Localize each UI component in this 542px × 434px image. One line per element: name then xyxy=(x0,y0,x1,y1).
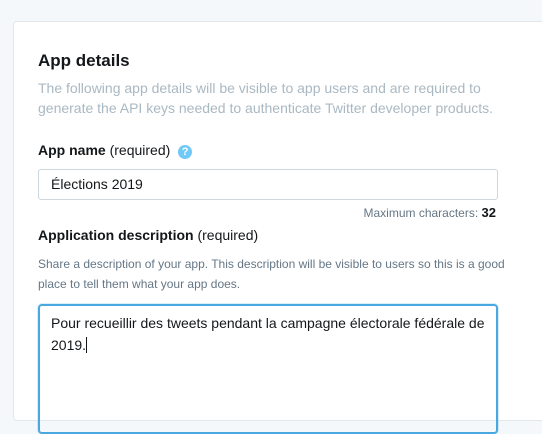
app-name-label: App name (required) ? xyxy=(38,142,193,159)
app-name-required-text: (required) xyxy=(109,142,171,158)
section-title: App details xyxy=(38,51,130,70)
max-characters-counter: Maximum characters: 32 xyxy=(363,205,496,220)
app-description-value: Pour recueillir des tweets pendant la ca… xyxy=(51,315,485,353)
app-description-required-text: (required) xyxy=(197,227,259,243)
app-description-textarea[interactable]: Pour recueillir des tweets pendant la ca… xyxy=(38,304,498,434)
app-description-label-text: Application description xyxy=(38,227,194,243)
max-characters-label: Maximum characters: xyxy=(363,206,479,220)
max-characters-value: 32 xyxy=(481,205,496,220)
section-description: The following app details will be visibl… xyxy=(38,80,494,116)
text-caret xyxy=(86,337,88,353)
app-details-card: App details The following app details wi… xyxy=(13,21,542,434)
app-name-label-text: App name xyxy=(38,142,106,158)
app-description-label: Application description (required) xyxy=(38,227,258,243)
question-mark-icon[interactable]: ? xyxy=(178,145,193,159)
app-name-input[interactable]: Élections 2019 xyxy=(38,169,498,200)
app-description-help-text: Share a description of your app. This de… xyxy=(38,257,505,291)
